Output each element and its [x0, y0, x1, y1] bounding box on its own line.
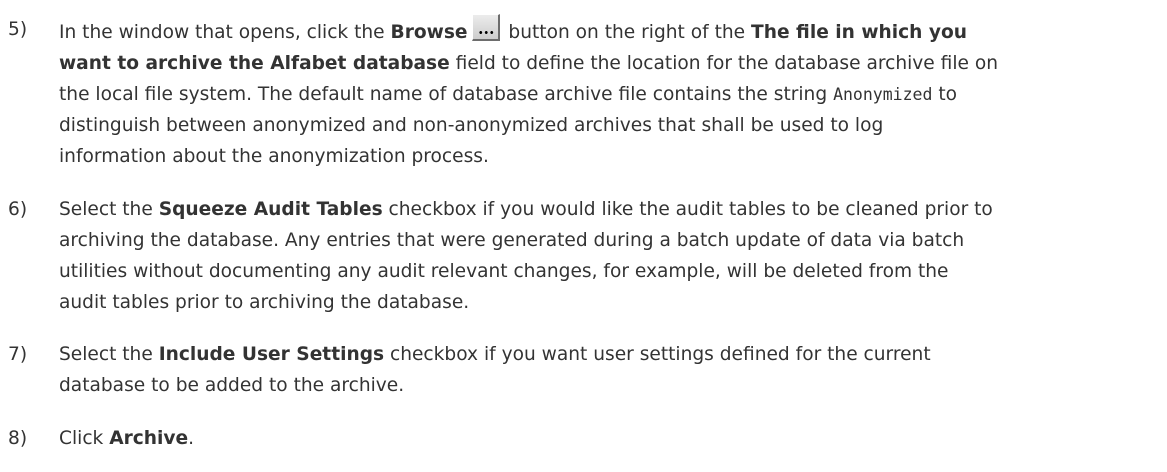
- step-line: want to archive the Alfabet database fie…: [59, 48, 1149, 79]
- ui-term-field-name: want to archive the Alfabet database: [59, 53, 450, 74]
- step-line: the local file system. The default name …: [59, 79, 1149, 110]
- step-line: information about the anonymization proc…: [59, 146, 489, 167]
- step-text: In the window that opens, click the Brow…: [59, 14, 1149, 172]
- text-run: the local file system. The default name …: [59, 84, 834, 105]
- text-run: In the window that opens, click the: [59, 22, 391, 43]
- ui-term-checkbox: Include User Settings: [158, 344, 385, 365]
- step-line: Click Archive.: [59, 423, 1149, 454]
- step-line: Select the Squeeze Audit Tables checkbox…: [59, 194, 1149, 225]
- step-line: archiving the database. Any entries that…: [59, 230, 965, 251]
- text-run: field to define the location for the dat…: [449, 53, 999, 74]
- code-string: Anonymized: [833, 85, 933, 104]
- ui-term-field-name: The file in which you: [751, 22, 968, 43]
- step-line: audit tables prior to archiving the data…: [59, 292, 470, 313]
- step-5: 5) In the window that opens, click the B…: [0, 14, 1167, 172]
- text-run: button on the right of the: [502, 22, 752, 43]
- step-6: 6) Select the Squeeze Audit Tables check…: [0, 194, 1167, 318]
- text-run: Select the: [59, 199, 159, 220]
- text-run: to: [932, 84, 957, 105]
- text-run: Click: [59, 428, 110, 449]
- step-line: Select the Include User Settings checkbo…: [59, 339, 1149, 370]
- step-8: 8) Click Archive.: [0, 423, 1167, 454]
- text-run: checkbox if you want user settings defin…: [384, 344, 931, 365]
- step-text: Select the Squeeze Audit Tables checkbox…: [59, 194, 1149, 318]
- step-7: 7) Select the Include User Settings chec…: [0, 339, 1167, 401]
- step-text: Click Archive.: [59, 423, 1149, 454]
- text-run: checkbox if you would like the audit tab…: [382, 199, 993, 220]
- step-number: 8): [8, 428, 28, 449]
- step-line: distinguish between anonymized and non-a…: [59, 115, 884, 136]
- ui-term-checkbox: Squeeze Audit Tables: [158, 199, 383, 220]
- text-run: Select the: [59, 344, 159, 365]
- document-page: { "steps": [ { "number": "5)", "segments…: [0, 0, 1167, 472]
- ui-term-browse: Browse: [390, 22, 468, 43]
- browse-ellipsis-icon: [471, 14, 500, 41]
- step-line: In the window that opens, click the Brow…: [59, 14, 1149, 48]
- ui-term-archive: Archive: [109, 428, 189, 449]
- step-number: 5): [8, 19, 28, 40]
- step-line: utilities without documenting any audit …: [59, 261, 949, 282]
- step-number: 7): [8, 344, 28, 365]
- step-text: Select the Include User Settings checkbo…: [59, 339, 1149, 401]
- step-number: 6): [8, 199, 28, 220]
- step-line: database to be added to the archive.: [59, 375, 405, 396]
- text-run: .: [188, 428, 195, 449]
